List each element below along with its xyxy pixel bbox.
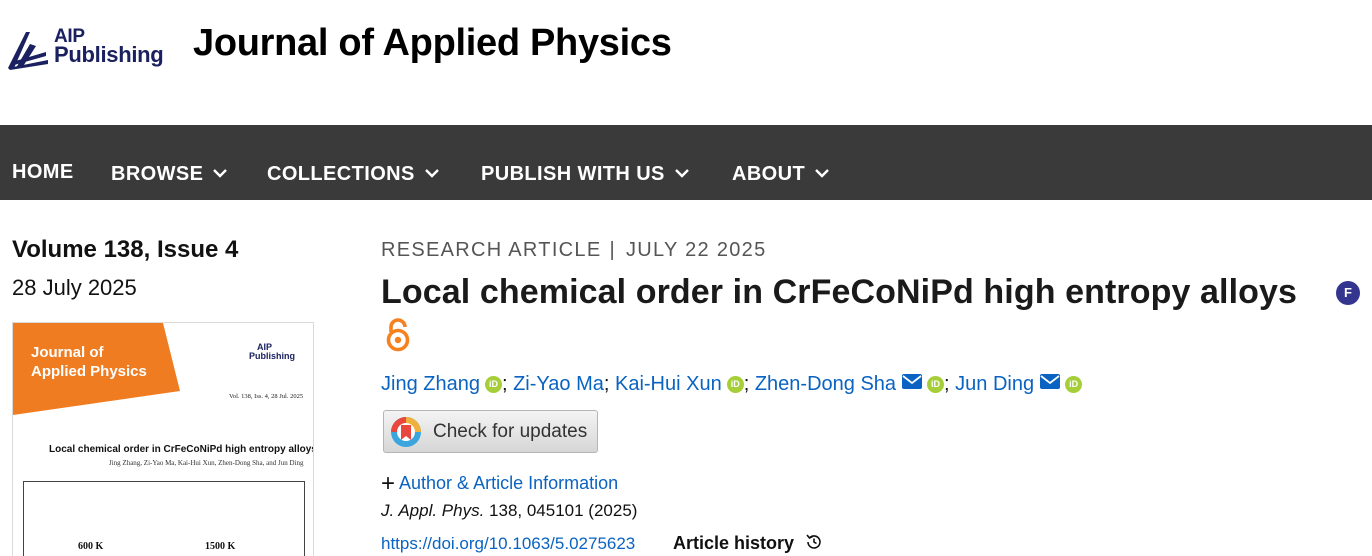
nav-browse[interactable]: BROWSE bbox=[111, 161, 228, 186]
author-article-info-label: Author & Article Information bbox=[399, 473, 619, 493]
author-link[interactable]: Kai-Hui Xun bbox=[615, 373, 722, 395]
article-history-label: Article history bbox=[673, 533, 795, 553]
open-access-icon bbox=[385, 318, 411, 357]
history-icon bbox=[806, 534, 821, 549]
citation-details: 138, 045101 (2025) bbox=[484, 501, 638, 520]
author-link[interactable]: Jing Zhang bbox=[381, 373, 480, 395]
article-type: RESEARCH ARTICLE bbox=[381, 239, 602, 261]
issue-cover-image[interactable]: Journal of Applied Physics AIP Publishin… bbox=[12, 322, 314, 556]
logo-wordmark: AIP Publishing bbox=[54, 26, 164, 67]
chevron-down-icon bbox=[674, 161, 689, 184]
cover-volume-text: Vol. 138, Iss. 4, 28 Jul. 2025 bbox=[229, 393, 304, 400]
check-for-updates-label: Check for updates bbox=[433, 421, 588, 442]
author-separator: ; bbox=[743, 373, 755, 395]
cover-logo: AIP Publishing bbox=[249, 343, 295, 361]
issue-volume[interactable]: Volume 138, Issue 4 bbox=[12, 236, 238, 264]
check-for-updates-button[interactable]: Check for updates bbox=[383, 410, 598, 453]
author-list: Jing Zhang iD; Zi-Yao Ma; Kai-Hui Xun iD; … bbox=[381, 372, 1083, 396]
cover-logo-line2: Publishing bbox=[249, 351, 295, 361]
article-title: Local chemical order in CrFeCoNiPd high … bbox=[381, 273, 1298, 311]
orcid-icon[interactable]: iD bbox=[726, 376, 744, 393]
cover-label-right: 1500 K bbox=[205, 541, 236, 552]
nav-about-label: ABOUT bbox=[732, 163, 806, 185]
cover-article-title: Local chemical order in CrFeCoNiPd high … bbox=[49, 444, 314, 455]
author-link[interactable]: Jun Ding bbox=[955, 373, 1034, 395]
crossmark-icon bbox=[391, 417, 421, 447]
featured-icon[interactable]: F bbox=[1336, 281, 1360, 305]
author-link[interactable]: Zi-Yao Ma bbox=[513, 373, 604, 395]
chevron-down-icon bbox=[424, 161, 439, 184]
aip-publishing-logo[interactable]: AIP Publishing bbox=[6, 26, 166, 74]
orcid-icon[interactable]: iD bbox=[927, 376, 945, 393]
cover-journal-line2: Applied Physics bbox=[31, 363, 147, 380]
cover-label-left: 600 K bbox=[78, 541, 104, 552]
nav-browse-label: BROWSE bbox=[111, 163, 204, 185]
author-article-info-toggle[interactable]: + Author & Article Information bbox=[381, 470, 618, 498]
article-history-toggle[interactable]: Article history bbox=[673, 533, 823, 554]
site-header: AIP Publishing Journal of Applied Physic… bbox=[0, 0, 1372, 125]
nav-collections[interactable]: COLLECTIONS bbox=[267, 161, 439, 186]
doi-link[interactable]: https://doi.org/10.1063/5.0275623 bbox=[381, 534, 635, 554]
issue-date: 28 July 2025 bbox=[12, 275, 137, 300]
cover-figure-frame bbox=[23, 481, 305, 556]
chevron-down-icon bbox=[815, 161, 829, 184]
nav-publish-with-us[interactable]: PUBLISH WITH US bbox=[481, 161, 689, 186]
nav-publish-label: PUBLISH WITH US bbox=[481, 163, 665, 185]
author-separator: ; bbox=[603, 373, 615, 395]
nav-home-label: HOME bbox=[12, 161, 74, 183]
author-separator: ; bbox=[501, 373, 514, 395]
author-link[interactable]: Zhen-Dong Sha bbox=[755, 373, 896, 395]
cover-journal-line1: Journal of bbox=[31, 344, 104, 361]
journal-title[interactable]: Journal of Applied Physics bbox=[193, 22, 672, 65]
meta-separator: | bbox=[609, 239, 616, 261]
email-icon[interactable] bbox=[902, 372, 923, 395]
citation-journal: J. Appl. Phys. bbox=[381, 501, 485, 520]
plus-icon: + bbox=[381, 470, 396, 497]
nav-home[interactable]: HOME bbox=[12, 161, 74, 184]
cover-authors: Jing Zhang, Zi-Yao Ma, Kai-Hui Xun, Zhen… bbox=[109, 459, 304, 467]
orcid-icon[interactable]: iD bbox=[1065, 376, 1083, 393]
article-meta: RESEARCH ARTICLE | JULY 22 2025 bbox=[381, 239, 767, 262]
article-date: JULY 22 2025 bbox=[626, 239, 767, 261]
aip-logo-icon bbox=[8, 32, 48, 70]
chevron-down-icon bbox=[213, 161, 228, 184]
author-separator: ; bbox=[944, 373, 956, 395]
citation: J. Appl. Phys. 138, 045101 (2025) bbox=[381, 501, 637, 521]
nav-about[interactable]: ABOUT bbox=[732, 161, 829, 186]
main-nav: HOME BROWSE COLLECTIONS PUBLISH WITH US … bbox=[0, 125, 1372, 200]
cover-journal-name: Journal of Applied Physics bbox=[31, 343, 147, 381]
nav-collections-label: COLLECTIONS bbox=[267, 163, 415, 185]
orcid-icon[interactable]: iD bbox=[484, 376, 502, 393]
email-icon[interactable] bbox=[1040, 372, 1061, 395]
